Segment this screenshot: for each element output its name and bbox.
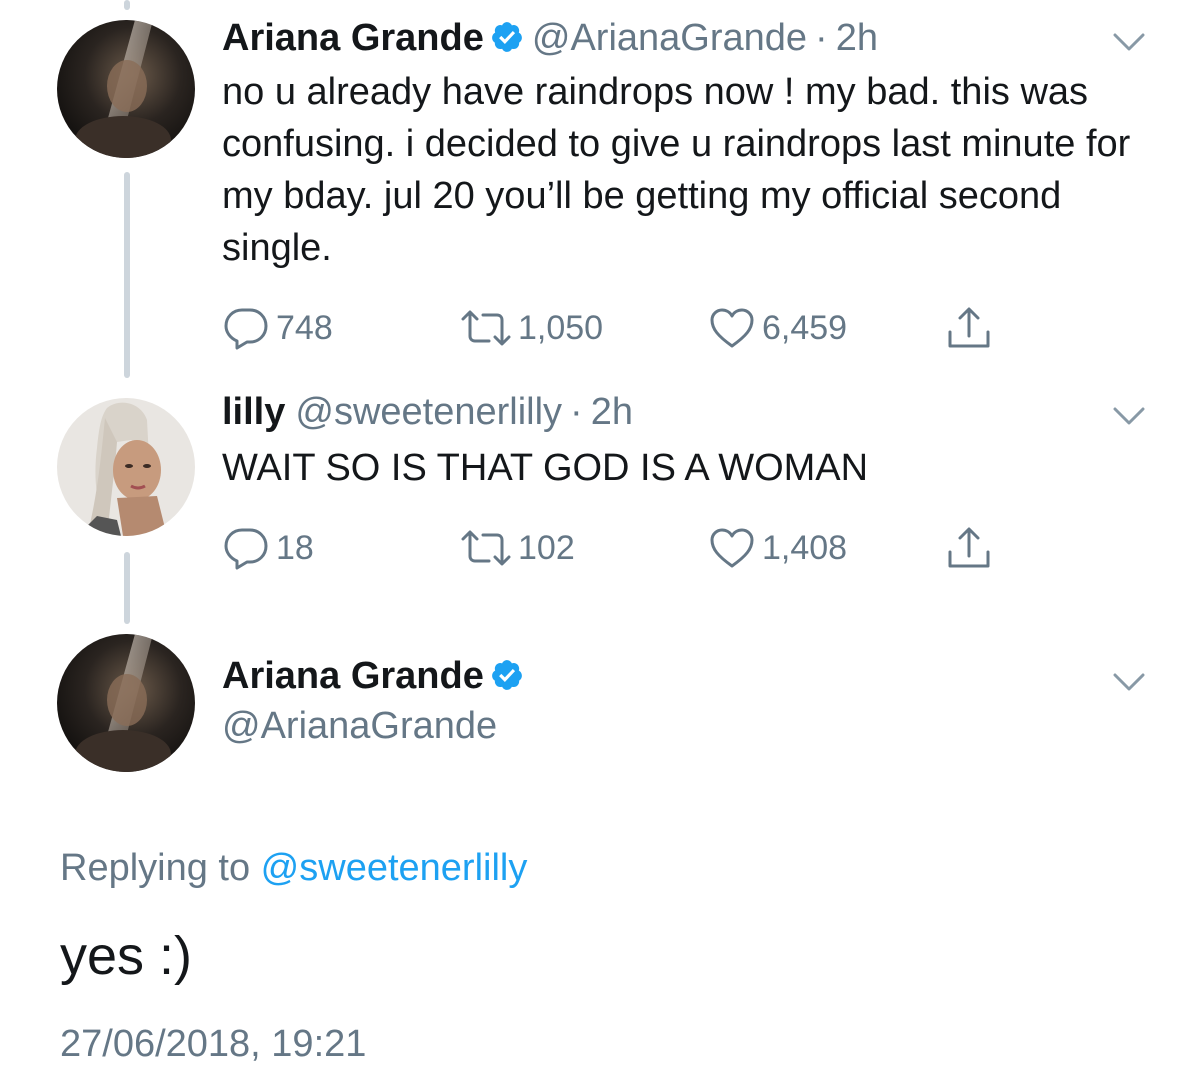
thread-line [124,552,130,624]
replying-to: Replying to @sweetenerlilly [60,846,527,890]
thread-line [124,0,130,10]
share-button[interactable] [944,306,1000,350]
like-button[interactable]: 6,459 [708,306,847,350]
separator-dot: · [815,17,828,59]
avatar[interactable] [57,20,195,158]
tweet-text: no u already have raindrops now ! my bad… [222,71,1131,269]
retweet-icon [461,530,511,566]
tweet-text: WAIT SO IS THAT GOD IS A WOMAN [222,447,869,489]
share-button[interactable] [944,526,1000,570]
avatar[interactable] [57,398,195,536]
share-icon [948,307,990,348]
chevron-down-icon[interactable] [1112,672,1146,692]
author-name[interactable]: lilly [222,391,285,433]
author-handle[interactable]: @sweetenerlilly [295,391,562,433]
reply-button[interactable]: 18 [222,526,314,570]
verified-badge-icon [490,20,524,64]
tweet-timestamp[interactable]: 27/06/2018, 19:21 [60,1022,366,1066]
tweet-time[interactable]: 2h [836,17,878,59]
retweet-count: 1,050 [518,308,604,347]
author-name[interactable]: Ariana Grande [222,655,484,697]
tweet-text: yes :) [60,926,193,986]
author-name[interactable]: Ariana Grande [222,17,484,59]
author-handle[interactable]: @ArianaGrande [222,704,497,748]
tweet-actions: 18 102 1,408 [222,526,1022,570]
reply-icon [224,308,268,350]
share-icon [948,527,990,568]
retweet-button[interactable]: 102 [460,526,575,570]
like-icon [710,308,754,348]
chevron-down-icon[interactable] [1112,406,1146,426]
thread-line [124,172,130,378]
separator-dot: · [570,391,583,433]
reply-count: 748 [276,308,333,347]
like-button[interactable]: 1,408 [708,526,847,570]
avatar[interactable] [57,634,195,772]
reply-button[interactable]: 748 [222,306,333,350]
like-icon [710,528,754,568]
retweet-icon [461,310,511,346]
chevron-down-icon[interactable] [1112,32,1146,52]
tweet-actions: 748 1,050 6,459 [222,306,1022,350]
like-count: 6,459 [762,308,848,347]
reply-count: 18 [276,528,314,567]
retweet-button[interactable]: 1,050 [460,306,603,350]
replying-to-link[interactable]: @sweetenerlilly [261,847,528,889]
retweet-count: 102 [518,528,575,567]
like-count: 1,408 [762,528,848,567]
reply-icon [224,528,268,570]
replying-to-label: Replying to [60,847,261,889]
verified-badge-icon [490,658,524,702]
tweet-time[interactable]: 2h [591,391,633,433]
author-handle[interactable]: @ArianaGrande [532,17,807,59]
